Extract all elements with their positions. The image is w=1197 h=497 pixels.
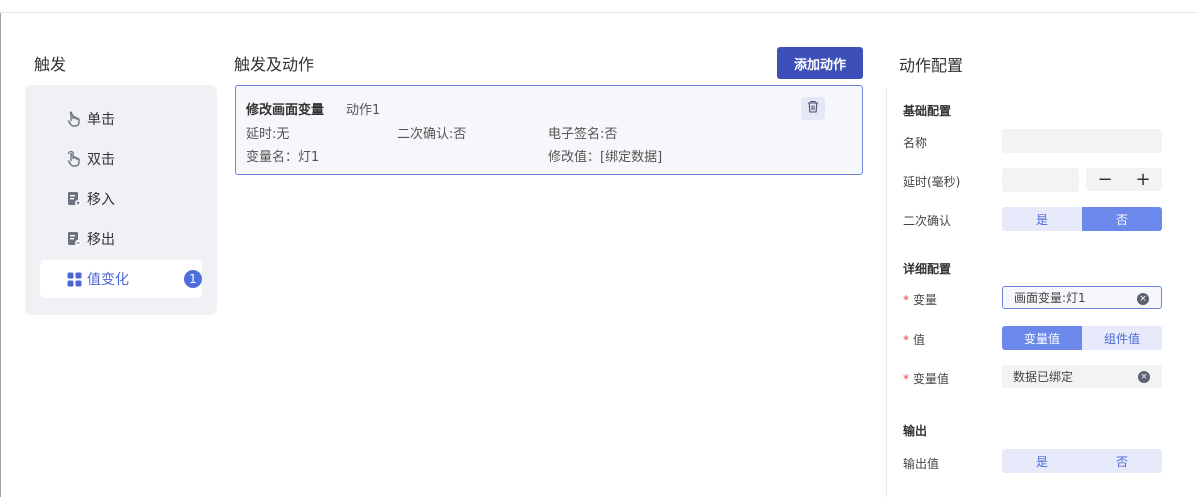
variable-select[interactable]: 画面变量:灯1 × <box>1002 286 1162 309</box>
value-label: * 值 <box>903 333 926 347</box>
trigger-item-click[interactable]: 单击 <box>40 100 202 138</box>
confirm-toggle: 是 否 <box>1002 207 1162 231</box>
trigger-item-value-change[interactable]: 值变化 1 <box>40 260 202 298</box>
variable-value-option[interactable]: 变量值 <box>1002 326 1082 350</box>
action-variable-name: 变量名：灯1 <box>246 150 320 165</box>
output-value-label: 输出值 <box>903 457 940 471</box>
action-delay: 延时:无 <box>246 127 290 142</box>
double-tap-icon <box>66 151 82 167</box>
binding-status: 数据已绑定 <box>1013 370 1074 384</box>
trigger-item-label: 移出 <box>87 232 115 248</box>
trash-icon <box>807 100 819 117</box>
tap-icon <box>66 111 82 127</box>
window-edge <box>0 13 1 497</box>
trigger-item-move-in[interactable]: 移入 <box>40 180 202 218</box>
config-divider <box>886 88 887 497</box>
required-mark: * <box>903 333 909 347</box>
component-value-option[interactable]: 组件值 <box>1082 326 1162 350</box>
trigger-item-double-click[interactable]: 双击 <box>40 140 202 178</box>
grid-icon <box>66 271 82 287</box>
delete-action-button[interactable] <box>801 97 825 120</box>
trigger-item-label: 值变化 <box>87 272 129 288</box>
increment-button[interactable]: + <box>1131 169 1155 190</box>
variable-value-label: * 变量值 <box>903 372 950 386</box>
action-confirm: 二次确认:否 <box>397 127 467 142</box>
output-yes-option[interactable]: 是 <box>1002 449 1082 473</box>
top-bar <box>0 0 1197 13</box>
action-card-title: 修改画面变量 <box>246 103 325 118</box>
clear-icon[interactable]: × <box>1138 371 1150 383</box>
trigger-item-move-out[interactable]: 移出 <box>40 220 202 258</box>
config-title: 动作配置 <box>899 56 964 75</box>
delay-label: 延时(毫秒) <box>903 175 961 189</box>
actions-title: 触发及动作 <box>234 55 315 74</box>
basic-config-heading: 基础配置 <box>903 104 952 118</box>
variable-value-field[interactable]: 数据已绑定 × <box>1002 365 1162 388</box>
output-toggle: 是 否 <box>1002 449 1162 473</box>
action-signature: 电子签名:否 <box>548 127 618 142</box>
count-badge: 1 <box>184 270 202 288</box>
variable-value: 画面变量:灯1 <box>1014 291 1086 305</box>
trigger-item-label: 单击 <box>87 112 115 128</box>
name-input[interactable] <box>1002 129 1162 153</box>
value-type-toggle: 变量值 组件值 <box>1002 326 1162 350</box>
trigger-item-label: 双击 <box>87 152 115 168</box>
clear-icon[interactable]: × <box>1137 293 1149 305</box>
trigger-title: 触发 <box>34 55 67 74</box>
confirm-label: 二次确认 <box>903 214 952 228</box>
variable-label: * 变量 <box>903 293 938 307</box>
delay-input[interactable] <box>1002 168 1079 192</box>
add-action-button[interactable]: 添加动作 <box>777 47 863 79</box>
confirm-no-option[interactable]: 否 <box>1082 207 1162 231</box>
required-mark: * <box>903 372 909 386</box>
trigger-item-label: 移入 <box>87 192 115 208</box>
move-out-icon <box>66 231 82 247</box>
decrement-button[interactable]: − <box>1093 169 1117 190</box>
action-card-subtitle: 动作1 <box>346 103 381 118</box>
move-in-icon <box>66 191 82 207</box>
delay-stepper: − + <box>1086 168 1162 191</box>
detail-config-heading: 详细配置 <box>903 262 952 276</box>
action-new-value: 修改值：[绑定数据] <box>548 150 663 165</box>
output-heading: 输出 <box>903 424 928 438</box>
name-label: 名称 <box>903 136 928 150</box>
required-mark: * <box>903 293 909 307</box>
action-card[interactable]: 修改画面变量 动作1 延时:无 二次确认:否 电子签名:否 变量名：灯1 修改值… <box>235 85 863 175</box>
trigger-panel: 单击 双击 移入 移出 值变化 1 <box>25 85 217 315</box>
confirm-yes-option[interactable]: 是 <box>1002 207 1082 231</box>
output-no-option[interactable]: 否 <box>1082 449 1162 473</box>
